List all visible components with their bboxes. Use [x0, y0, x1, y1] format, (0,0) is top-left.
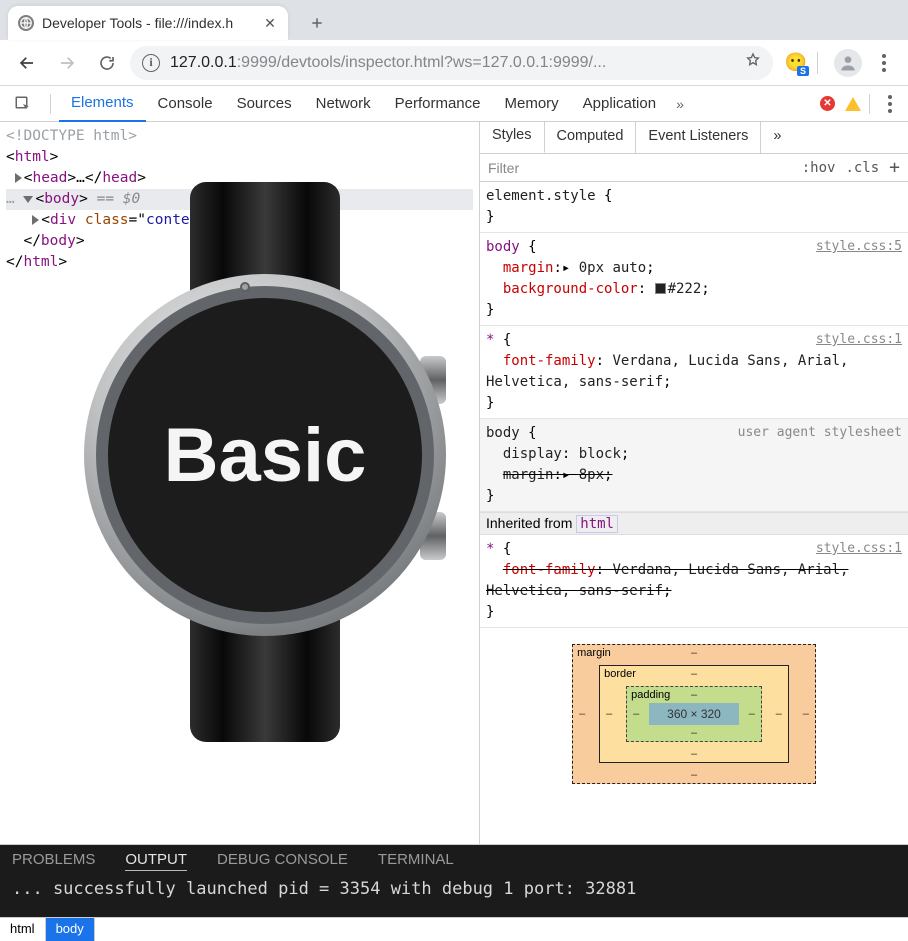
color-swatch-icon[interactable] [655, 283, 666, 294]
terminal-tab-debug-console[interactable]: DEBUG CONSOLE [217, 851, 348, 871]
toggle-hov[interactable]: :hov [802, 160, 836, 176]
devtools-menu-button[interactable] [880, 95, 900, 113]
inherited-from-separator: Inherited from html [480, 512, 908, 535]
close-icon[interactable]: ✕ [262, 15, 278, 31]
back-button[interactable] [10, 46, 44, 80]
doctype-node[interactable]: <!DOCTYPE html> [6, 128, 137, 144]
elements-panel: <!DOCTYPE html> <html> <head>…</head> … … [0, 122, 480, 844]
tab-application[interactable]: Application [571, 86, 668, 122]
tab-console[interactable]: Console [146, 86, 225, 122]
watch-face-text: Basic [108, 298, 422, 612]
url-text: 127.0.0.1:9999/devtools/inspector.html?w… [170, 54, 735, 72]
tab-styles[interactable]: Styles [480, 121, 545, 153]
profile-avatar[interactable] [834, 49, 862, 77]
rule-body[interactable]: style.css:5 body { margin:▸ 0px auto; ba… [480, 233, 908, 326]
tab-performance[interactable]: Performance [383, 86, 493, 122]
site-info-icon[interactable]: i [142, 54, 160, 72]
dom-tree[interactable]: <!DOCTYPE html> <html> <head>…</head> … … [0, 122, 479, 277]
tab-computed[interactable]: Computed [545, 122, 637, 153]
inspect-element-icon[interactable] [8, 89, 38, 119]
bookmark-star-icon[interactable] [745, 52, 761, 73]
stylesheet-link[interactable]: style.css:5 [816, 237, 902, 257]
toggle-cls[interactable]: .cls [845, 160, 879, 176]
stylesheet-link[interactable]: style.css:1 [816, 539, 902, 559]
terminal-tab-problems[interactable]: PROBLEMS [12, 851, 95, 871]
browser-toolbar: i 127.0.0.1:9999/devtools/inspector.html… [0, 40, 908, 86]
ua-stylesheet-label: user agent stylesheet [738, 423, 902, 443]
tab-elements[interactable]: Elements [59, 86, 146, 122]
tabs-overflow-icon[interactable]: » [668, 96, 692, 112]
rule-body-ua[interactable]: user agent stylesheet body { display: bl… [480, 419, 908, 512]
breadcrumb-item-selected[interactable]: body [46, 918, 95, 941]
terminal-output-line: ... successfully launched pid = 3354 wit… [12, 879, 896, 899]
box-model-diagram[interactable]: margin –––– border –––– padding –––– 360… [480, 628, 908, 792]
breadcrumb-item[interactable]: html [0, 918, 46, 941]
rule-star-inherited[interactable]: style.css:1 * { font-family: Verdana, Lu… [480, 535, 908, 628]
styles-filter-input[interactable]: Filter [488, 160, 519, 176]
forward-button[interactable] [50, 46, 84, 80]
styles-panel: Styles Computed Event Listeners » Filter… [480, 122, 908, 844]
extension-icon[interactable]: 😶 S [785, 52, 807, 74]
selected-node-body[interactable]: … <body> == $0 [6, 189, 473, 210]
warning-badge-icon[interactable] [845, 97, 861, 111]
browser-tabstrip: Developer Tools - file:///index.h ✕ [0, 0, 908, 40]
globe-icon [18, 15, 34, 31]
chrome-menu-button[interactable] [870, 54, 898, 72]
box-model-content-size: 360 × 320 [649, 703, 739, 725]
devtools-tabbar: Elements Console Sources Network Perform… [0, 86, 908, 122]
tab-title: Developer Tools - file:///index.h [42, 15, 254, 31]
stylesheet-link[interactable]: style.css:1 [816, 330, 902, 350]
tab-sources[interactable]: Sources [225, 86, 304, 122]
tab-network[interactable]: Network [304, 86, 383, 122]
new-rule-button[interactable]: + [889, 157, 900, 178]
dom-breadcrumb[interactable]: html body [0, 917, 908, 941]
rule-element-style[interactable]: element.style {} [480, 182, 908, 233]
new-tab-button[interactable] [302, 8, 332, 38]
styles-tabs-overflow-icon[interactable]: » [761, 122, 793, 153]
terminal-panel: PROBLEMS OUTPUT DEBUG CONSOLE TERMINAL .… [0, 845, 908, 917]
tab-event-listeners[interactable]: Event Listeners [636, 122, 761, 153]
tab-memory[interactable]: Memory [493, 86, 571, 122]
rule-star[interactable]: style.css:1 * { font-family: Verdana, Lu… [480, 326, 908, 419]
terminal-tab-terminal[interactable]: TERMINAL [378, 851, 454, 871]
reload-button[interactable] [90, 46, 124, 80]
browser-tab[interactable]: Developer Tools - file:///index.h ✕ [8, 6, 288, 40]
address-bar[interactable]: i 127.0.0.1:9999/devtools/inspector.html… [130, 46, 773, 80]
terminal-tab-output[interactable]: OUTPUT [125, 851, 187, 871]
error-badge-icon[interactable]: ✕ [820, 96, 835, 111]
